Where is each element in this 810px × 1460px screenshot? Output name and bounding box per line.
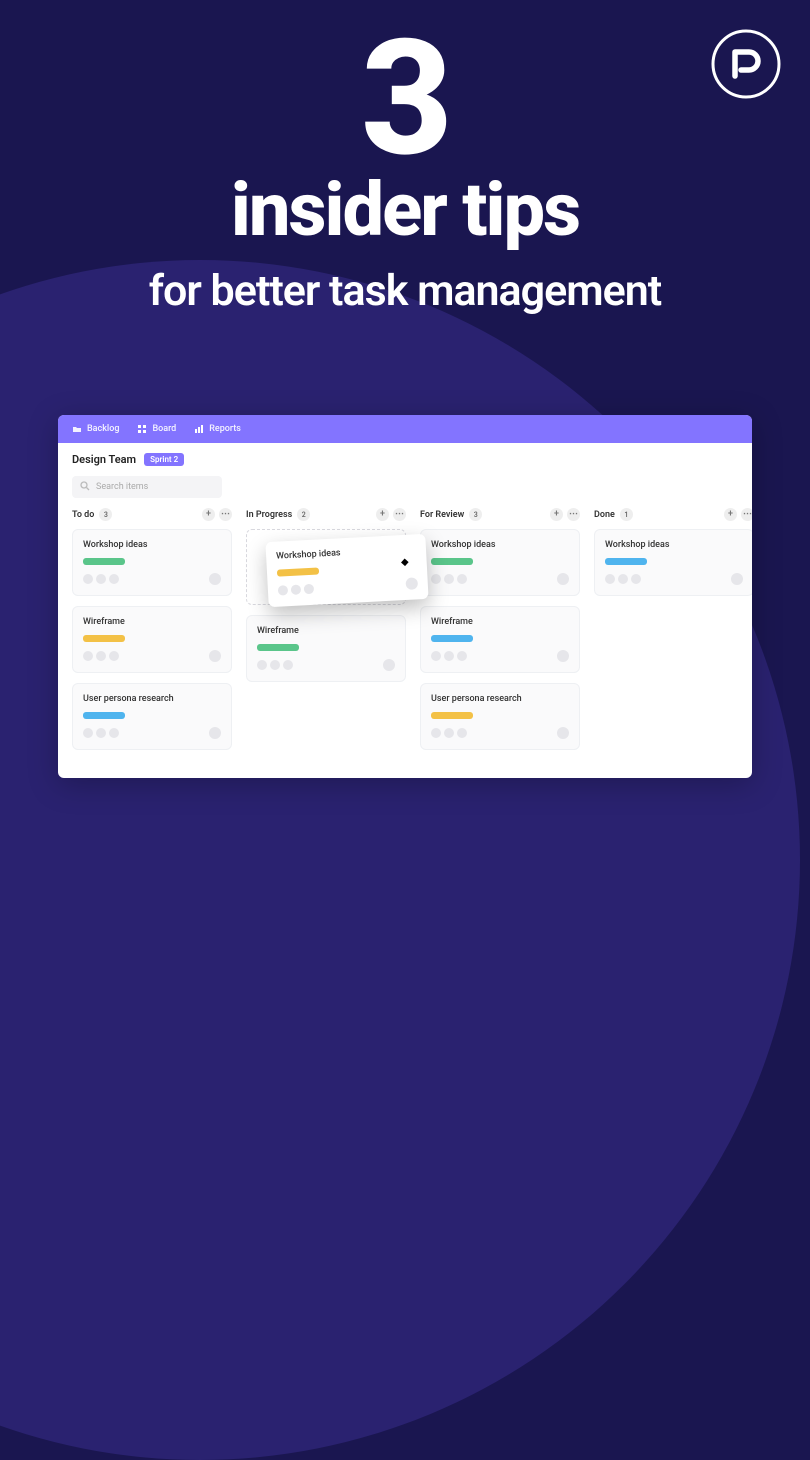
board-title-bar: Design Team Sprint 2 <box>58 443 752 472</box>
column-title: Done <box>594 510 615 520</box>
column-count: 3 <box>99 508 112 521</box>
task-card[interactable]: Workshop ideas <box>420 529 580 596</box>
nav-label: Board <box>152 424 176 434</box>
card-title: Wireframe <box>83 617 221 627</box>
tag-pill <box>83 635 125 642</box>
card-title: User persona research <box>83 694 221 704</box>
tag-pill <box>431 635 473 642</box>
nav-backlog[interactable]: Backlog <box>72 424 119 434</box>
task-card[interactable]: Workshop ideas <box>594 529 752 596</box>
headline-line2: for better task management <box>0 266 810 316</box>
headline: 3 insider tips for better task managemen… <box>0 0 810 316</box>
avatar <box>557 650 569 662</box>
column-inprogress: In Progress 2 + ⋯ Workshop ideas ◆ Wiref… <box>246 508 406 692</box>
search-icon <box>80 481 90 494</box>
column-menu-button[interactable]: ⋯ <box>219 508 232 521</box>
card-title: Wireframe <box>431 617 569 627</box>
team-name: Design Team <box>72 453 136 466</box>
task-card[interactable]: User persona research <box>72 683 232 750</box>
task-card[interactable]: Workshop ideas <box>72 529 232 596</box>
kanban-board: To do 3 + ⋯ Workshop ideas Wireframe Use… <box>58 508 752 778</box>
tag-pill <box>83 712 125 719</box>
search-input[interactable]: Search items <box>72 476 222 498</box>
card-title: Workshop ideas <box>83 540 221 550</box>
card-title: Workshop ideas <box>605 540 743 550</box>
avatar <box>731 573 743 585</box>
column-title: For Review <box>420 510 464 520</box>
column-menu-button[interactable]: ⋯ <box>567 508 580 521</box>
nav-label: Backlog <box>87 424 119 434</box>
dragging-card[interactable]: Workshop ideas ◆ <box>265 534 428 607</box>
nav-reports[interactable]: Reports <box>194 424 241 434</box>
cursor-icon: ◆ <box>401 557 409 568</box>
avatar <box>209 727 221 739</box>
column-menu-button[interactable]: ⋯ <box>741 508 752 521</box>
task-card[interactable]: Wireframe <box>72 606 232 673</box>
chart-icon <box>194 424 204 434</box>
column-count: 1 <box>620 508 633 521</box>
card-title: Workshop ideas <box>276 544 416 561</box>
folder-icon <box>72 424 82 434</box>
nav-label: Reports <box>209 424 241 434</box>
avatar <box>557 573 569 585</box>
card-title: User persona research <box>431 694 569 704</box>
headline-number: 3 <box>0 20 810 180</box>
task-card[interactable]: Wireframe <box>246 615 406 682</box>
search-placeholder: Search items <box>96 482 148 492</box>
drop-placeholder[interactable]: Workshop ideas ◆ <box>246 529 406 605</box>
avatar <box>557 727 569 739</box>
tag-pill <box>431 558 473 565</box>
app-nav: Backlog Board Reports <box>58 415 752 443</box>
nav-board[interactable]: Board <box>137 424 176 434</box>
column-review: For Review 3 + ⋯ Workshop ideas Wirefram… <box>420 508 580 760</box>
column-title: In Progress <box>246 510 292 520</box>
app-window: Backlog Board Reports Design Team Sprint… <box>58 415 752 778</box>
tag-pill <box>605 558 647 565</box>
avatar <box>209 573 221 585</box>
column-done: Done 1 + ⋯ Workshop ideas <box>594 508 752 606</box>
column-title: To do <box>72 510 94 520</box>
headline-line1: insider tips <box>0 174 810 248</box>
tag-pill <box>277 567 319 576</box>
card-title: Wireframe <box>257 626 395 636</box>
column-menu-button[interactable]: ⋯ <box>393 508 406 521</box>
column-count: 3 <box>469 508 482 521</box>
add-card-button[interactable]: + <box>376 508 389 521</box>
column-todo: To do 3 + ⋯ Workshop ideas Wireframe Use… <box>72 508 232 760</box>
avatar <box>383 659 395 671</box>
tag-pill <box>431 712 473 719</box>
add-card-button[interactable]: + <box>550 508 563 521</box>
avatar <box>405 577 418 590</box>
column-count: 2 <box>297 508 310 521</box>
add-card-button[interactable]: + <box>202 508 215 521</box>
sprint-badge[interactable]: Sprint 2 <box>144 453 184 466</box>
task-card[interactable]: Wireframe <box>420 606 580 673</box>
avatar <box>209 650 221 662</box>
card-title: Workshop ideas <box>431 540 569 550</box>
tag-pill <box>83 558 125 565</box>
task-card[interactable]: User persona research <box>420 683 580 750</box>
add-card-button[interactable]: + <box>724 508 737 521</box>
grid-icon <box>137 424 147 434</box>
tag-pill <box>257 644 299 651</box>
